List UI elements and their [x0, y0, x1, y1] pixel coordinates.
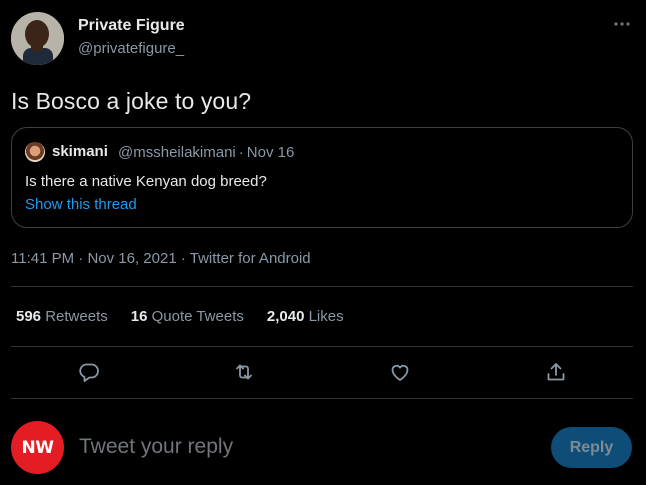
tweet-date[interactable]: Nov 16, 2021 [87, 250, 176, 267]
tweet-actions-bar [0, 360, 646, 384]
retweets-stat[interactable]: 596 Retweets [16, 308, 108, 325]
reply-icon[interactable] [77, 360, 101, 384]
current-user-avatar[interactable]: NW [11, 421, 64, 474]
retweets-label: Retweets [45, 308, 108, 325]
author-handle[interactable]: @privatefigure_ [78, 40, 184, 57]
quoted-author-name: skimani [52, 143, 108, 160]
engagement-stats: 596 Retweets 16 Quote Tweets 2,040 Likes [16, 308, 344, 325]
likes-stat[interactable]: 2,040 Likes [267, 308, 344, 325]
likes-label: Likes [308, 308, 344, 325]
divider [11, 286, 633, 287]
tweet-source[interactable]: Twitter for Android [190, 250, 311, 267]
quoted-author-avatar [25, 142, 45, 162]
divider [11, 346, 633, 347]
divider [11, 398, 633, 399]
reply-input[interactable] [79, 430, 519, 464]
retweet-icon[interactable] [232, 360, 256, 384]
author-name[interactable]: Private Figure [78, 17, 185, 35]
tweet-text: Is Bosco a joke to you? [11, 88, 252, 114]
likes-count: 2,040 [266, 308, 305, 325]
quoted-meta: @mssheilakimani · Nov 16 [118, 144, 294, 161]
tweet-detail: Private Figure @privatefigure_ Is Bosco … [0, 0, 646, 485]
tweet-timestamp: 11:41 PM · Nov 16, 2021 · Twitter for An… [11, 250, 311, 267]
tweet-time[interactable]: 11:41 PM [11, 250, 74, 267]
show-thread-link[interactable]: Show this thread [25, 196, 137, 213]
quoted-tweet[interactable]: skimani @mssheilakimani · Nov 16 Is there … [11, 127, 633, 228]
retweets-count: 596 [16, 308, 42, 325]
quoted-date: Nov 16 [246, 144, 295, 161]
like-icon[interactable] [388, 360, 412, 384]
timestamp-separator-1: · [78, 250, 84, 267]
more-options-icon[interactable] [612, 17, 632, 31]
quoted-text: Is there a native Kenyan dog breed? [25, 173, 267, 190]
quote-tweets-stat[interactable]: 16 Quote Tweets [131, 308, 244, 325]
quoted-author-handle: @mssheilakimani [118, 144, 236, 161]
quote-tweets-count: 16 [130, 308, 148, 325]
timestamp-separator-2: · [180, 250, 186, 267]
quoted-separator: · [238, 144, 244, 161]
avatar-initials: NW [21, 437, 54, 458]
share-icon[interactable] [544, 360, 568, 384]
author-avatar[interactable] [11, 12, 64, 65]
reply-button[interactable]: Reply [551, 427, 632, 468]
quote-tweets-label: Quote Tweets [151, 308, 244, 325]
